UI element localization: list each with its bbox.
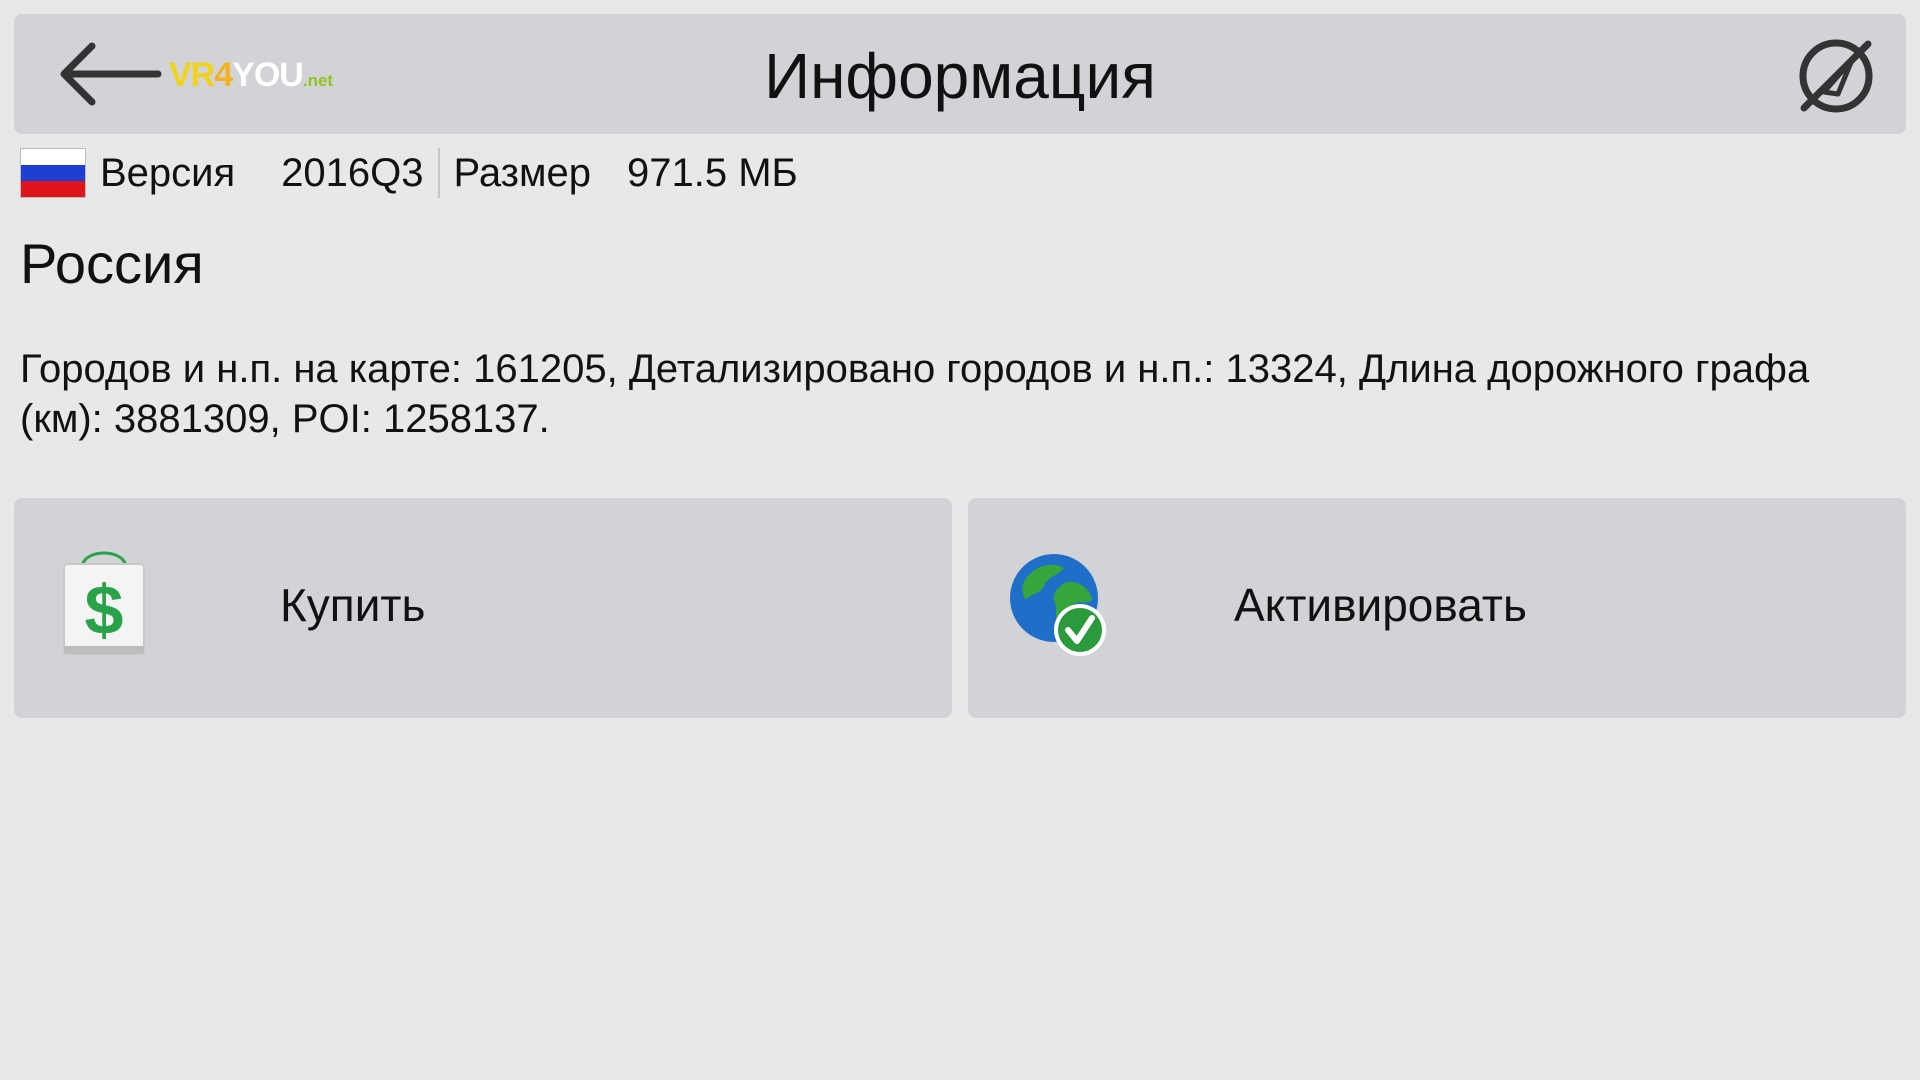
activate-button[interactable]: Активировать bbox=[968, 498, 1906, 718]
map-description: Городов и н.п. на карте: 161205, Детализ… bbox=[20, 347, 1810, 441]
info-divider bbox=[437, 148, 440, 198]
screen: VR4YOU.net Информация Версия 2016Q3 Разм… bbox=[0, 0, 1920, 1080]
map-info-row: Версия 2016Q3 Размер 971.5 МБ bbox=[20, 146, 798, 200]
activate-label: Активировать bbox=[1234, 579, 1527, 631]
buy-button[interactable]: $ Купить bbox=[14, 498, 952, 718]
page-title: Информация bbox=[764, 40, 1156, 112]
size-value: 971.5 МБ bbox=[627, 150, 798, 195]
svg-text:$: $ bbox=[85, 571, 124, 649]
version-value: 2016Q3 bbox=[281, 150, 424, 195]
gps-off-button[interactable] bbox=[1794, 34, 1878, 118]
header-bar: VR4YOU.net Информация bbox=[14, 14, 1906, 134]
gps-off-icon bbox=[1799, 39, 1873, 113]
buy-label: Купить bbox=[280, 579, 426, 631]
shopping-bag-dollar-icon: $ bbox=[63, 551, 145, 655]
country-name: Россия bbox=[20, 232, 204, 295]
russia-flag bbox=[20, 148, 86, 198]
version-label: Версия bbox=[100, 150, 236, 195]
size-label: Размер bbox=[453, 150, 592, 195]
globe-check-icon bbox=[1010, 554, 1106, 656]
